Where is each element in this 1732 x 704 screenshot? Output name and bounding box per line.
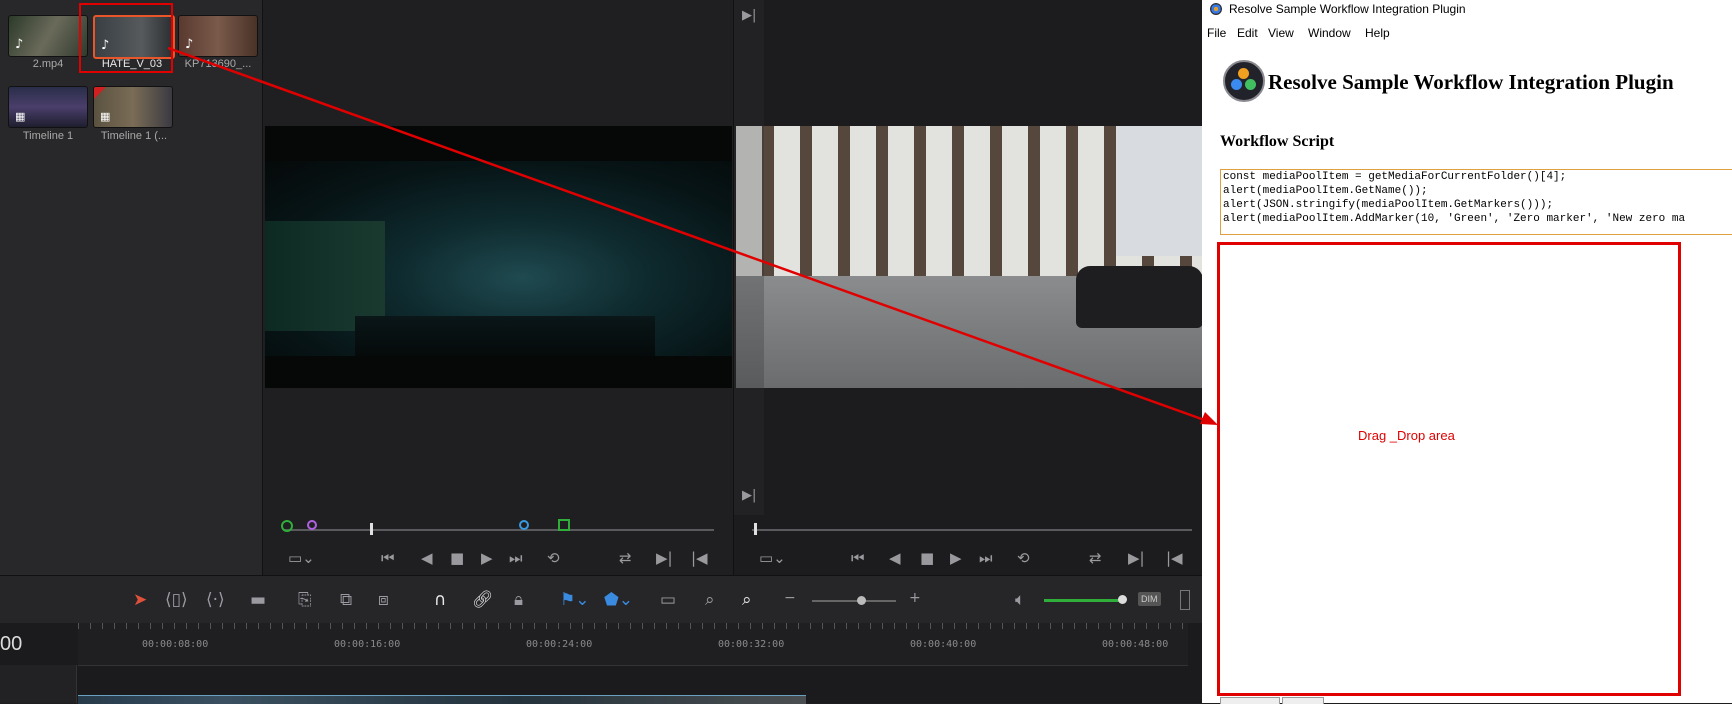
drag-annotation-arrow	[167, 46, 1218, 425]
arrow-line	[167, 46, 1211, 424]
arrow-head-icon	[1200, 412, 1218, 425]
